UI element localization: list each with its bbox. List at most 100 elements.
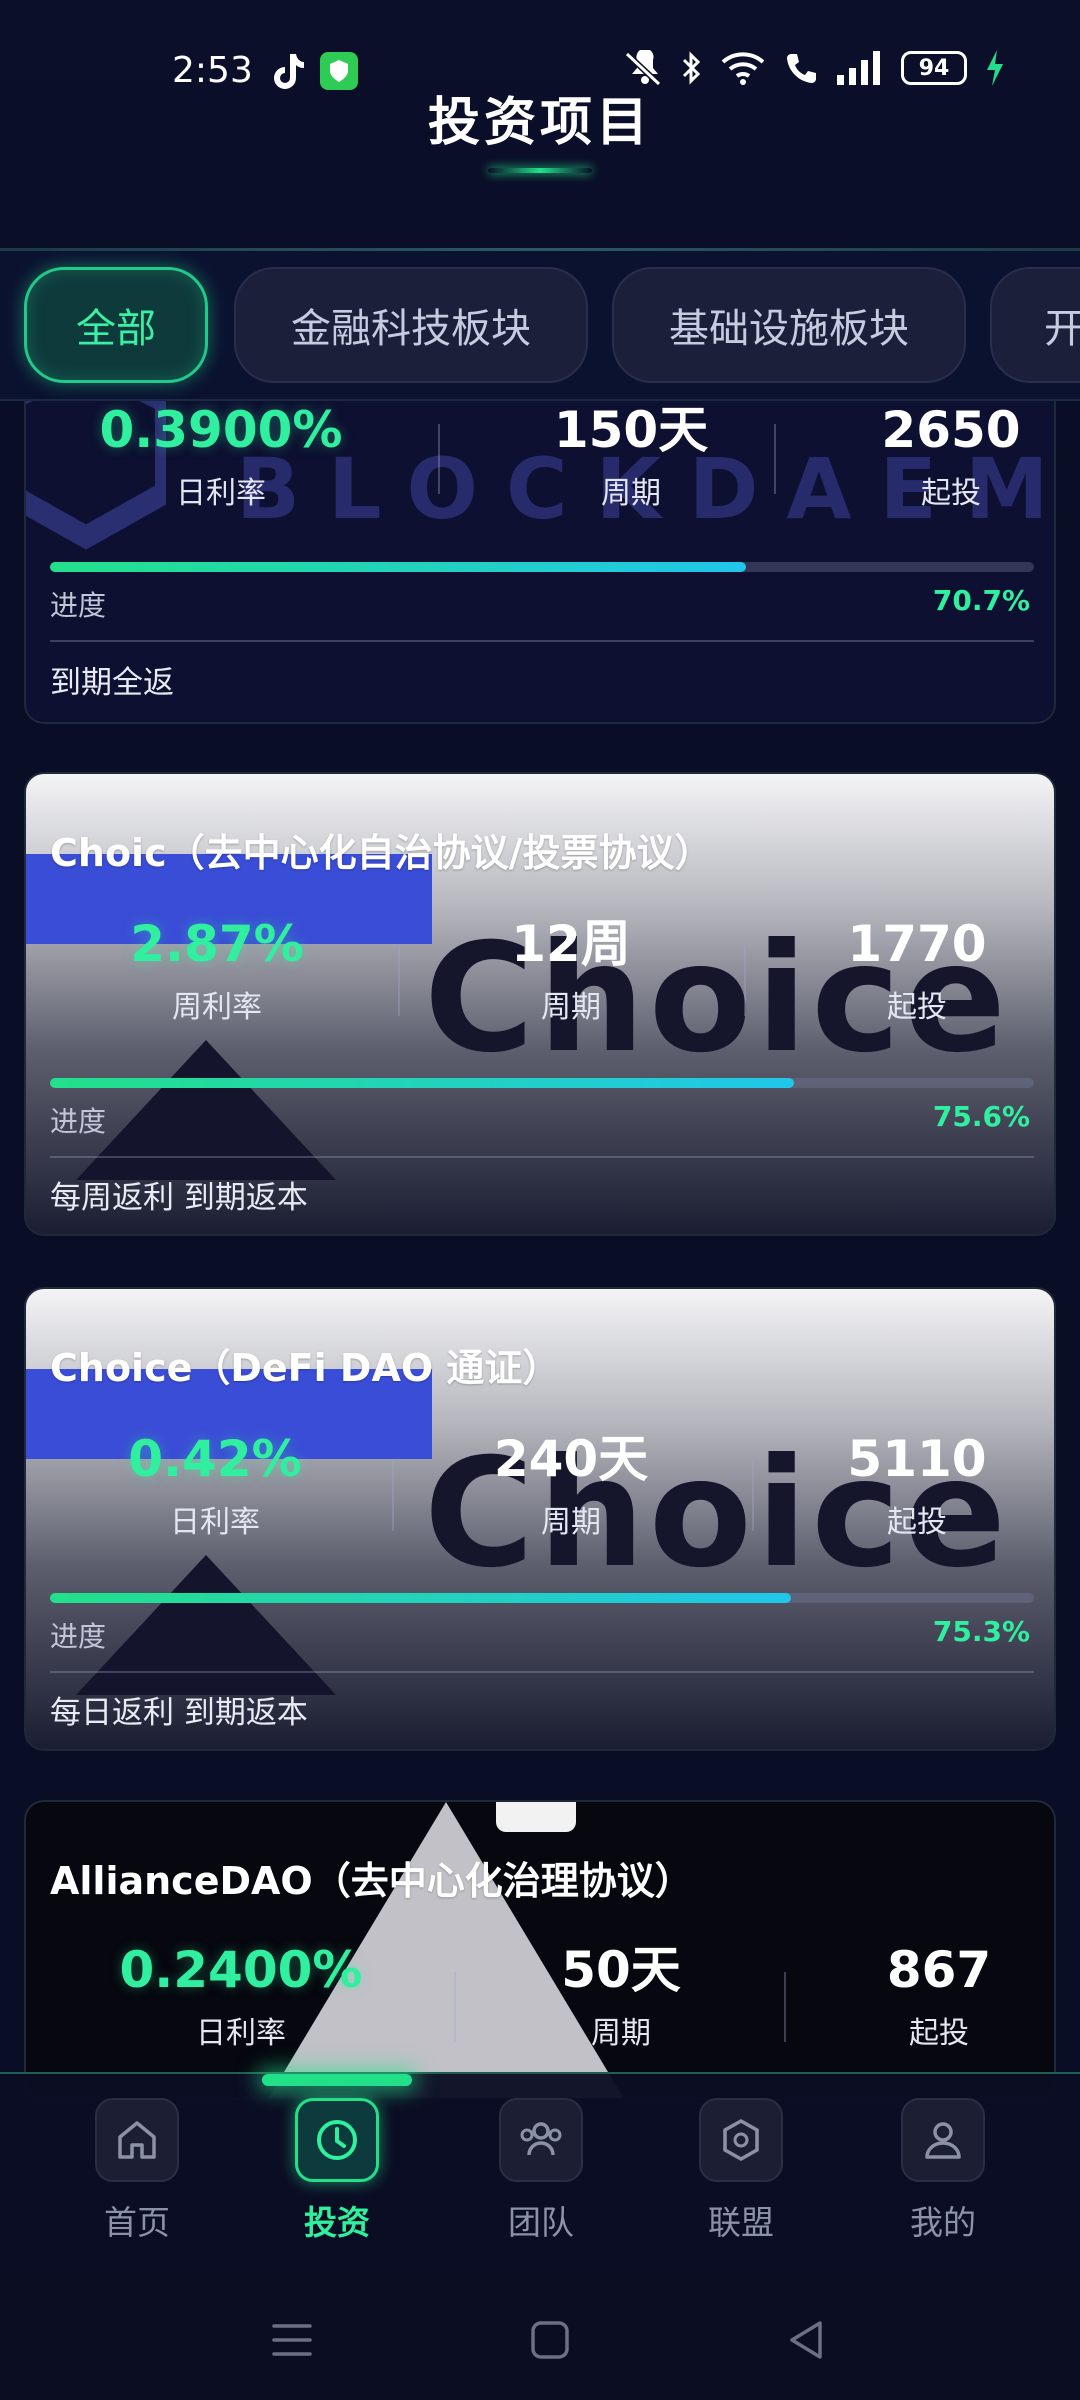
card-title: Choic（去中心化自治协议/投票协议）	[50, 831, 713, 875]
project-card-alliancedao[interactable]: AllianceDAO（去中心化治理协议） 0.2400% 日利率 50天 周期…	[24, 1800, 1056, 2100]
min-investment: 867 起投	[804, 1941, 1054, 2052]
triangle-decoration	[76, 1555, 336, 1695]
rate-label: 日利率	[170, 1504, 260, 1540]
card-title: AllianceDAO（去中心化治理协议）	[50, 1859, 693, 1903]
rate-value: 0.42%	[128, 1430, 302, 1488]
app-header: 2:53 94 投资项目	[0, 0, 1080, 251]
period-value: 240天	[493, 1430, 649, 1488]
period: 50天 周期	[486, 1941, 756, 2052]
min-label: 起投	[887, 989, 947, 1025]
title-underline	[488, 168, 592, 173]
back-icon[interactable]	[776, 2310, 836, 2370]
period-value: 150天	[553, 401, 709, 459]
stat-divider	[784, 1972, 786, 2042]
nav-invest[interactable]: 投资	[262, 2098, 412, 2244]
period-label: 周期	[591, 2015, 651, 2051]
min-value: 5110	[847, 1430, 987, 1488]
progress-bar	[50, 1593, 1034, 1603]
rate-value: 0.3900%	[99, 401, 343, 459]
weekly-rate: 2.87% 周利率	[82, 915, 352, 1026]
progress-percent: 75.3%	[932, 1615, 1030, 1648]
rate-value: 2.87%	[130, 915, 304, 973]
nav-alliance[interactable]: 联盟	[666, 2098, 816, 2244]
period-label: 周期	[541, 989, 601, 1025]
min-value: 1770	[847, 915, 987, 973]
alliance-icon	[699, 2098, 783, 2182]
rate-label: 周利率	[172, 989, 262, 1025]
nav-home[interactable]: 首页	[62, 2098, 212, 2244]
min-investment: 5110 起投	[782, 1430, 1052, 1541]
return-mode: 每周返利 到期返本	[50, 1180, 308, 1216]
min-investment: 1770 起投	[782, 915, 1052, 1026]
home-button-icon[interactable]	[520, 2310, 580, 2370]
min-value: 867	[886, 1941, 992, 1999]
card-divider	[50, 1671, 1034, 1673]
period-value: 12周	[511, 915, 631, 973]
period: 240天 周期	[436, 1430, 706, 1541]
card-divider	[50, 640, 1034, 642]
period-label: 周期	[601, 475, 661, 511]
project-card-choic[interactable]: Choice Choic（去中心化自治协议/投票协议） 2.87% 周利率 12…	[24, 772, 1056, 1236]
return-mode: 到期全返	[50, 665, 174, 701]
tab-fintech[interactable]: 金融科技板块	[234, 267, 588, 383]
stat-divider	[454, 1972, 456, 2042]
card-title: Choice（DeFi DAO 通证）	[50, 1346, 561, 1390]
rate-label: 日利率	[196, 2015, 286, 2051]
daily-rate: 0.3900% 日利率	[86, 401, 356, 512]
min-label: 起投	[887, 1504, 947, 1540]
nav-label: 我的	[910, 2203, 976, 2242]
period: 12周 周期	[436, 915, 706, 1026]
nav-label: 首页	[104, 2203, 170, 2242]
bottom-navigation: 首页 投资 团队 联盟 我的	[0, 2072, 1080, 2272]
daily-rate: 0.42% 日利率	[80, 1430, 350, 1541]
stat-divider	[752, 1461, 754, 1531]
daily-rate: 0.2400% 日利率	[106, 1941, 376, 2052]
category-tabs[interactable]: 全部 金融科技板块 基础设施板块 开	[0, 251, 1080, 401]
return-mode: 每日返利 到期返本	[50, 1695, 308, 1731]
triangle-decoration	[76, 1040, 336, 1180]
progress-percent: 70.7%	[932, 584, 1030, 617]
period-value: 50天	[561, 1941, 681, 1999]
min-value: 2650	[881, 401, 1021, 459]
rate-label: 日利率	[176, 475, 266, 511]
profile-icon	[901, 2098, 985, 2182]
min-label: 起投	[921, 475, 981, 511]
stat-divider	[398, 946, 400, 1016]
progress-bar	[50, 1078, 1034, 1088]
active-tab-glow	[262, 2074, 412, 2086]
tab-infrastructure[interactable]: 基础设施板块	[612, 267, 966, 383]
nav-label: 联盟	[708, 2203, 774, 2242]
period-label: 周期	[541, 1504, 601, 1540]
min-label: 起投	[909, 2015, 969, 2051]
spotlight-lamp	[496, 1802, 576, 1832]
tab-all[interactable]: 全部	[24, 267, 208, 383]
progress-label: 进度	[50, 1620, 107, 1653]
nav-label: 团队	[508, 2203, 574, 2242]
system-navigation-bar	[0, 2272, 1080, 2400]
team-icon	[499, 2098, 583, 2182]
min-investment: 2650 起投	[816, 401, 1054, 512]
stat-divider	[744, 946, 746, 1016]
progress-bar	[50, 562, 1034, 572]
nav-profile[interactable]: 我的	[868, 2098, 1018, 2244]
progress-fill	[50, 1593, 791, 1603]
card-divider	[50, 1156, 1034, 1158]
progress-percent: 75.6%	[932, 1100, 1030, 1133]
tab-more[interactable]: 开	[990, 267, 1080, 383]
project-card-choice-defi[interactable]: Choice Choice（DeFi DAO 通证） 0.42% 日利率 240…	[24, 1287, 1056, 1751]
menu-icon[interactable]	[262, 2310, 322, 2370]
stat-divider	[438, 424, 440, 494]
progress-label: 进度	[50, 589, 107, 622]
nav-label: 投资	[304, 2203, 370, 2242]
rate-value: 0.2400%	[119, 1941, 363, 1999]
page-title: 投资项目	[427, 93, 652, 153]
progress-fill	[50, 1078, 794, 1088]
nav-team[interactable]: 团队	[466, 2098, 616, 2244]
clock-icon	[295, 2098, 379, 2182]
stat-divider	[774, 424, 776, 494]
progress-fill	[50, 562, 746, 572]
period: 150天 周期	[496, 401, 766, 512]
home-icon	[95, 2098, 179, 2182]
progress-label: 进度	[50, 1105, 107, 1138]
stat-divider	[392, 1461, 394, 1531]
